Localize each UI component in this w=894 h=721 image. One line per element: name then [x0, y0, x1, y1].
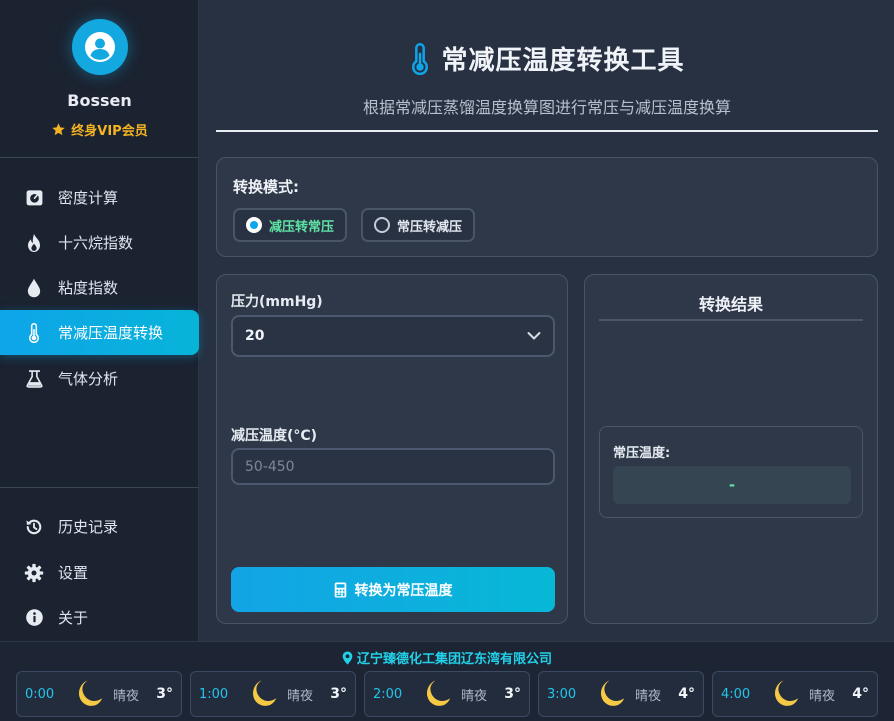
moon-icon — [775, 680, 799, 706]
weather-condition: 晴夜 — [113, 688, 140, 704]
sidebar-item-settings[interactable]: 设置 — [0, 550, 199, 595]
page-subtitle: 根据常减压蒸馏温度换算图进行常压与减压温度换算 — [362, 98, 731, 117]
radio-checked-icon — [246, 217, 262, 233]
input-card: 压力(mmHg) 20 减压温度(°C) 转换为常压温度 — [216, 274, 568, 624]
weather-temperature: 3° — [330, 686, 347, 702]
history-icon — [24, 517, 44, 537]
weather-temperature: 4° — [852, 686, 869, 702]
gauge-icon — [24, 188, 44, 208]
result-title: 转换结果 — [698, 295, 763, 314]
weather-hour-card: 3:00 晴夜 4° — [538, 671, 704, 717]
weather-hour-card: 1:00 晴夜 3° — [190, 671, 356, 717]
sidebar-item-viscosity[interactable]: 粘度指数 — [0, 265, 199, 310]
atmospheric-temperature-label: 常压温度: — [613, 446, 671, 461]
sidebar-item-density[interactable]: 密度计算 — [0, 175, 199, 220]
weather-condition: 晴夜 — [461, 688, 488, 704]
weather-temperature: 4° — [678, 686, 695, 702]
mode-option-vacuum-to-atmospheric[interactable]: 减压转常压 — [233, 208, 348, 242]
avatar[interactable] — [72, 19, 128, 75]
result-divider — [599, 319, 863, 321]
weather-time: 2:00 — [373, 686, 403, 702]
weather-hour-card: 4:00 晴夜 4° — [712, 671, 878, 717]
sidebar: Bossen 终身VIP会员 密度计算 十六烷指数 粘度指数 常减压温度转换 气… — [0, 0, 199, 641]
mode-option-label: 常压转减压 — [397, 219, 463, 235]
result-box: 常压温度: - — [599, 426, 863, 518]
vip-label: 终身VIP会员 — [71, 124, 148, 139]
sidebar-divider — [0, 157, 199, 158]
weather-hour-card: 2:00 晴夜 3° — [364, 671, 530, 717]
pressure-value: 20 — [245, 328, 265, 344]
thermometer-icon — [24, 322, 44, 343]
sidebar-item-label: 粘度指数 — [58, 279, 119, 297]
company-location: 辽宁臻德化工集团辽东湾有限公司 — [0, 648, 894, 667]
flask-icon — [24, 369, 44, 389]
sidebar-item-history[interactable]: 历史记录 — [0, 504, 199, 549]
pressure-select[interactable]: 20 — [231, 315, 555, 357]
sidebar-item-label: 十六烷指数 — [58, 234, 134, 252]
weather-condition: 晴夜 — [809, 688, 836, 704]
weather-time: 0:00 — [25, 686, 55, 702]
mode-label: 转换模式: — [233, 178, 299, 196]
page-header: 常减压温度转换工具 — [216, 40, 878, 77]
map-pin-icon — [342, 650, 353, 665]
thermometer-icon — [412, 42, 429, 75]
weather-time: 1:00 — [199, 686, 229, 702]
mode-option-atmospheric-to-vacuum[interactable]: 常压转减压 — [361, 208, 476, 242]
sidebar-item-label: 设置 — [58, 564, 89, 582]
sidebar-item-temperature-conversion[interactable]: 常减压温度转换 — [0, 310, 199, 355]
pressure-label: 压力(mmHg) — [231, 294, 323, 310]
convert-button[interactable]: 转换为常压温度 — [231, 567, 555, 612]
sidebar-item-label: 关于 — [58, 609, 89, 627]
sidebar-item-cetane[interactable]: 十六烷指数 — [0, 220, 199, 265]
info-icon — [24, 608, 44, 628]
chevron-down-icon — [527, 332, 541, 340]
header-divider — [216, 130, 878, 132]
page-title: 常减压温度转换工具 — [441, 46, 685, 76]
vip-badge: 终身VIP会员 — [0, 120, 199, 139]
weather-time: 3:00 — [547, 686, 577, 702]
result-card: 转换结果 常压温度: - — [584, 274, 878, 624]
weather-hour-card: 0:00 晴夜 3° — [16, 671, 182, 717]
sidebar-item-label: 气体分析 — [58, 370, 119, 388]
fire-icon — [24, 233, 44, 253]
moon-icon — [79, 680, 103, 706]
sidebar-item-label: 常减压温度转换 — [58, 324, 164, 342]
weather-time: 4:00 — [721, 686, 751, 702]
atmospheric-temperature-value: - — [613, 466, 851, 504]
sidebar-item-label: 历史记录 — [58, 518, 119, 536]
moon-icon — [253, 680, 277, 706]
weather-temperature: 3° — [156, 686, 173, 702]
user-icon — [85, 32, 115, 62]
moon-icon — [601, 680, 625, 706]
sidebar-item-gas-analysis[interactable]: 气体分析 — [0, 356, 199, 401]
vacuum-temperature-input[interactable] — [231, 448, 555, 485]
radio-unchecked-icon — [374, 217, 390, 233]
convert-button-label: 转换为常压温度 — [354, 581, 453, 598]
weather-condition: 晴夜 — [287, 688, 314, 704]
weather-temperature: 3° — [504, 686, 521, 702]
calculator-icon — [334, 581, 346, 598]
sidebar-item-label: 密度计算 — [58, 189, 119, 207]
vacuum-temperature-label: 减压温度(°C) — [231, 428, 318, 444]
mode-card: 转换模式: 减压转常压 常压转减压 — [216, 157, 878, 257]
weather-footer: 辽宁臻德化工集团辽东湾有限公司 0:00 晴夜 3° 1:00 晴夜 3° 2:… — [0, 641, 894, 721]
sidebar-item-about[interactable]: 关于 — [0, 595, 199, 640]
username: Bossen — [67, 91, 132, 110]
sidebar-divider — [0, 487, 199, 488]
weather-condition: 晴夜 — [635, 688, 662, 704]
moon-icon — [427, 680, 451, 706]
droplet-icon — [24, 278, 44, 298]
gear-icon — [24, 563, 44, 583]
mode-option-label: 减压转常压 — [269, 219, 335, 235]
star-icon — [52, 123, 66, 136]
company-name: 辽宁臻德化工集团辽东湾有限公司 — [356, 652, 552, 667]
